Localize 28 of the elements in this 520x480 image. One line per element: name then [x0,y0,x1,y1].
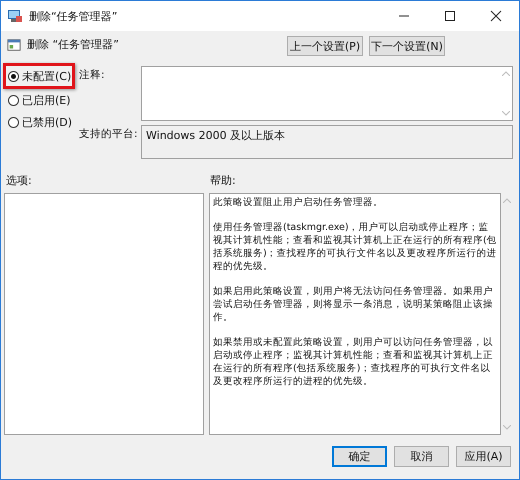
help-text: 如果启用此策略设置，则用户将无法访问任务管理器。如果用户尝试启动任务管理器，则将显示一条消息，说明某策略阻止该操作。 [213,285,494,324]
platform-label: 支持的平台: [79,127,139,142]
help-text: 如果禁用或未配置此策略设置，则用户可以访问任务管理器，以启动或停止程序；监视其计算机性能；查看和监视其计算机上正在运行的所有程序(包括系统服务)；查找程序的可执行文件名以及更改程序所运行的进程的优先级。 [213,336,494,388]
policy-title: 删除 “任务管理器” [27,37,119,52]
help-label: 帮助: [210,173,236,189]
platform-field: Windows 2000 及以上版本 [141,125,513,159]
policy-icon [7,38,21,52]
app-icon [7,8,23,24]
options-label: 选项: [6,173,33,189]
radio-option[interactable]: 已启用(E) [6,92,71,108]
close-icon[interactable] [490,10,502,22]
scroll-up-icon[interactable] [503,198,511,203]
dialog-button[interactable]: 取消 [394,446,449,467]
nav-button[interactable]: 下一个设置(N) [369,36,445,56]
scroll-up-icon[interactable] [502,71,510,76]
maximize-icon[interactable] [444,10,456,22]
nav-button[interactable]: 上一个设置(P) [287,36,363,56]
radio-option[interactable]: 未配置(C) [6,68,72,84]
help-text: 此策略设置阻止用户启动任务管理器。 [213,196,384,209]
dialog-button[interactable]: 应用(A) [456,446,511,467]
comment-label: 注释: [79,68,106,83]
comment-field[interactable] [141,66,513,121]
dialog-button[interactable]: 确定 [332,446,387,467]
window-title: 删除“任务管理器” [29,8,118,24]
scroll-down-icon[interactable] [503,425,511,430]
scroll-down-icon[interactable] [502,111,510,116]
help-text: 使用任务管理器(taskmgr.exe)，用户可以启动或停止程序；监视其计算机性能；查看和监视其计算机上正在运行的所有程序(包括系统服务)；查找程序的可执行文件名以及更改程序所运行的进程的优先级。 [213,221,497,273]
radio-option[interactable]: 已禁用(D) [6,114,72,130]
